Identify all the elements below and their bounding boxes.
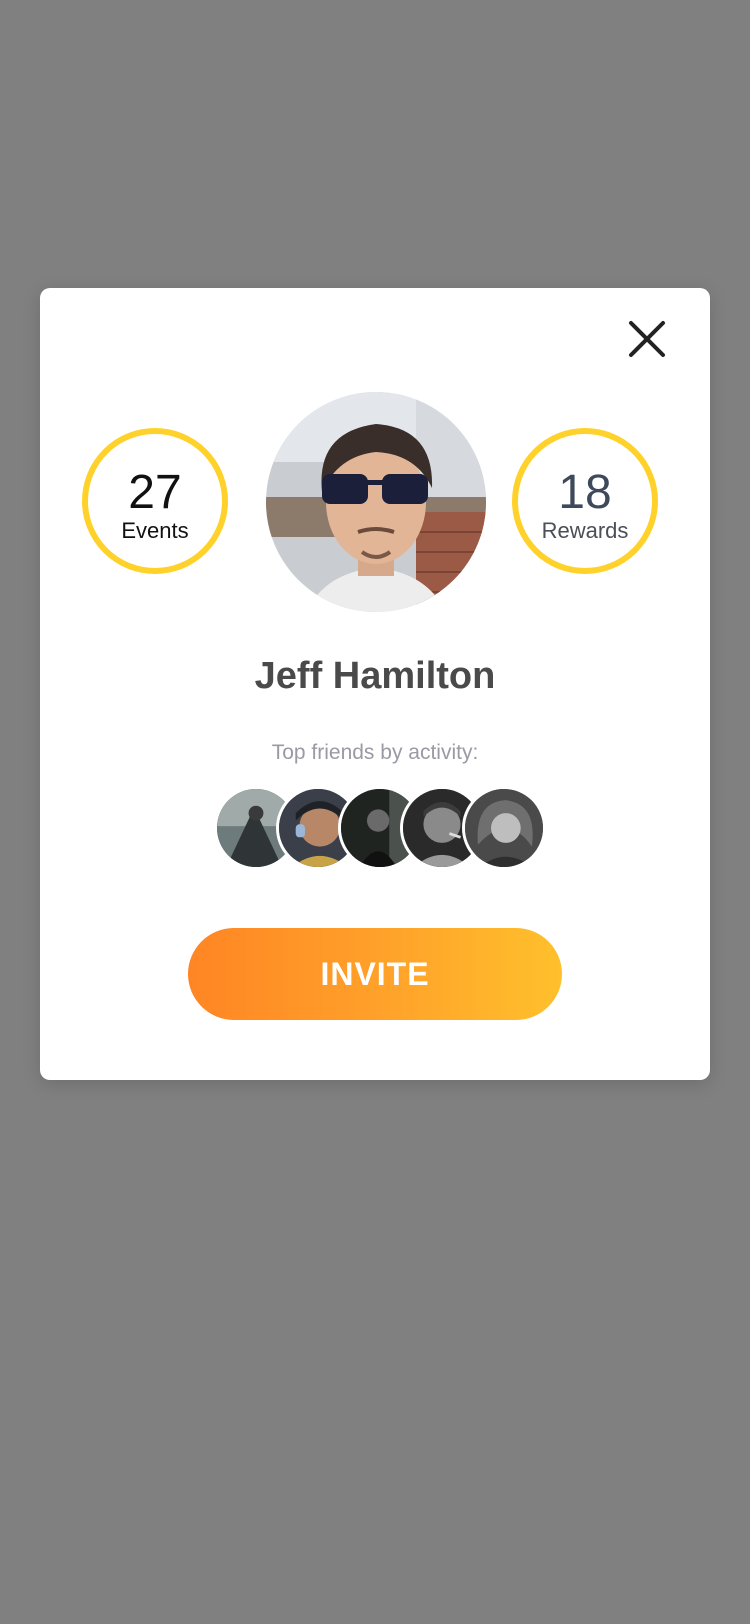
rewards-count: 18 [558, 466, 612, 519]
events-stat: 27 Events [82, 428, 228, 574]
events-label: Events [121, 518, 189, 543]
rewards-stat: 18 Rewards [512, 428, 658, 574]
events-count: 27 [128, 466, 182, 519]
user-name: Jeff Hamilton [254, 655, 496, 697]
top-friends-label: Top friends by activity: [271, 741, 479, 764]
friend-avatar[interactable] [462, 786, 546, 870]
profile-modal: 27 Events 18 Rewards Jeff Hamilton Top f… [40, 288, 710, 1080]
close-button[interactable] [624, 316, 670, 362]
top-friends-list [214, 786, 546, 870]
rewards-label: Rewards [541, 518, 629, 543]
close-icon [629, 321, 665, 357]
invite-button[interactable]: INVITE [188, 928, 562, 1020]
avatar [266, 392, 486, 612]
